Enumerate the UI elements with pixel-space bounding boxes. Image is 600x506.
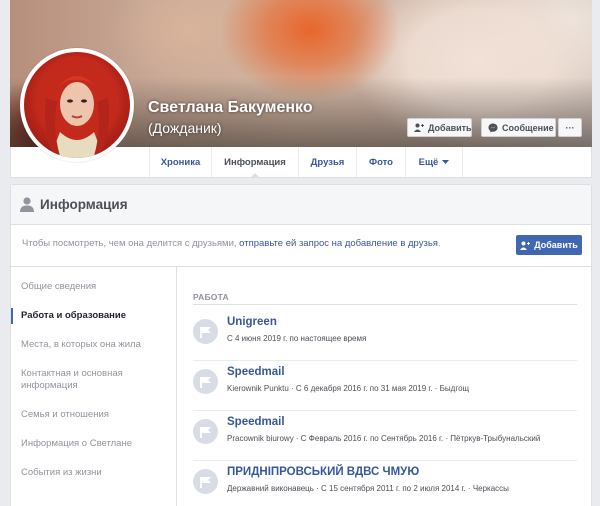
friend-request-link[interactable]: отправьте ей запрос на добавление в друз…	[239, 238, 438, 249]
workplace-flag-icon	[193, 319, 218, 344]
job-title-link[interactable]: Speedmail	[227, 366, 285, 378]
job-details: Pracownik biurowy · С Февраль 2016 г. по…	[227, 434, 541, 443]
friend-request-suffix: .	[437, 238, 441, 249]
about-card: Информация Чтобы посмотреть, чем она дел…	[10, 184, 592, 506]
sidebar-item-contact-info[interactable]: Контактная и основная информация	[11, 368, 176, 392]
sidebar-item-work-education[interactable]: Работа и образование	[11, 308, 176, 324]
job-entry: Unigreen С 4 июня 2019 г. по настоящее в…	[193, 311, 577, 361]
profile-alternate-name: (Дождaник)	[148, 120, 222, 136]
add-friend-icon	[414, 123, 424, 132]
friend-request-notice: Чтобы посмотреть, чем она делится с друз…	[11, 225, 591, 267]
person-icon	[20, 197, 34, 212]
job-entry: ПРИДНІПРОВСЬКИЙ ВДВС ЧМУЮ Державний вико…	[193, 461, 577, 506]
sidebar-item-places-lived[interactable]: Места, в которых она жила	[11, 339, 176, 351]
tab-more[interactable]: Ещё	[405, 147, 463, 177]
job-details: Kierownik Punktu · С 6 декабря 2016 г. п…	[227, 384, 470, 393]
about-card-header: Информация	[11, 185, 591, 225]
add-friend-icon	[520, 241, 531, 250]
tab-timeline[interactable]: Хроника	[149, 147, 211, 177]
workplace-flag-icon	[193, 369, 218, 394]
job-title-link[interactable]: Speedmail	[227, 416, 285, 428]
tab-photos[interactable]: Фото	[356, 147, 405, 177]
job-entry: Speedmail Pracownik biurowy · С Февраль …	[193, 411, 577, 461]
sidebar-item-life-events[interactable]: События из жизни	[11, 467, 176, 479]
send-friend-request-button[interactable]: Добавить	[516, 235, 582, 255]
profile-avatar[interactable]	[20, 48, 134, 162]
avatar-portrait	[37, 56, 117, 158]
add-friend-label: Добавить	[428, 122, 472, 133]
section-divider	[193, 304, 577, 305]
tab-friends[interactable]: Друзья	[298, 147, 356, 177]
tab-more-label: Ещё	[418, 156, 439, 168]
messenger-icon	[488, 123, 498, 132]
job-title-link[interactable]: ПРИДНІПРОВСЬКИЙ ВДВС ЧМУЮ	[227, 466, 419, 478]
add-friend-button[interactable]: Добавить	[407, 118, 472, 137]
sidebar-item-family[interactable]: Семья и отношения	[11, 409, 176, 421]
workplace-flag-icon	[193, 419, 218, 444]
work-section-label: РАБОТА	[193, 292, 229, 302]
job-details: Державний виконавець · С 15 сентября 201…	[227, 484, 509, 493]
tab-about[interactable]: Информация	[211, 147, 298, 178]
about-card-title: Информация	[40, 197, 128, 212]
job-details: С 4 июня 2019 г. по настоящее время	[227, 334, 367, 343]
job-entry: Speedmail Kierownik Punktu · С 6 декабря…	[193, 361, 577, 411]
friend-request-prefix: Чтобы посмотреть, чем она делится с друз…	[22, 238, 240, 249]
more-actions-icon: ···	[565, 122, 575, 133]
message-label: Сообщение	[502, 122, 554, 133]
workplace-flag-icon	[193, 469, 218, 494]
job-title-link[interactable]: Unigreen	[227, 316, 277, 328]
sidebar-item-overview[interactable]: Общие сведения	[11, 281, 176, 293]
friend-request-text: Чтобы посмотреть, чем она делится с друз…	[22, 238, 441, 249]
more-actions-button[interactable]: ···	[558, 118, 582, 137]
message-button[interactable]: Сообщение	[481, 118, 556, 137]
send-friend-request-label: Добавить	[534, 240, 578, 250]
about-sidebar: Общие сведения Работа и образование Мест…	[11, 267, 177, 506]
profile-name[interactable]: Светлана Бакуменко	[148, 99, 313, 117]
caret-down-icon	[442, 160, 450, 164]
sidebar-item-details[interactable]: Информация о Светлане	[11, 438, 176, 450]
